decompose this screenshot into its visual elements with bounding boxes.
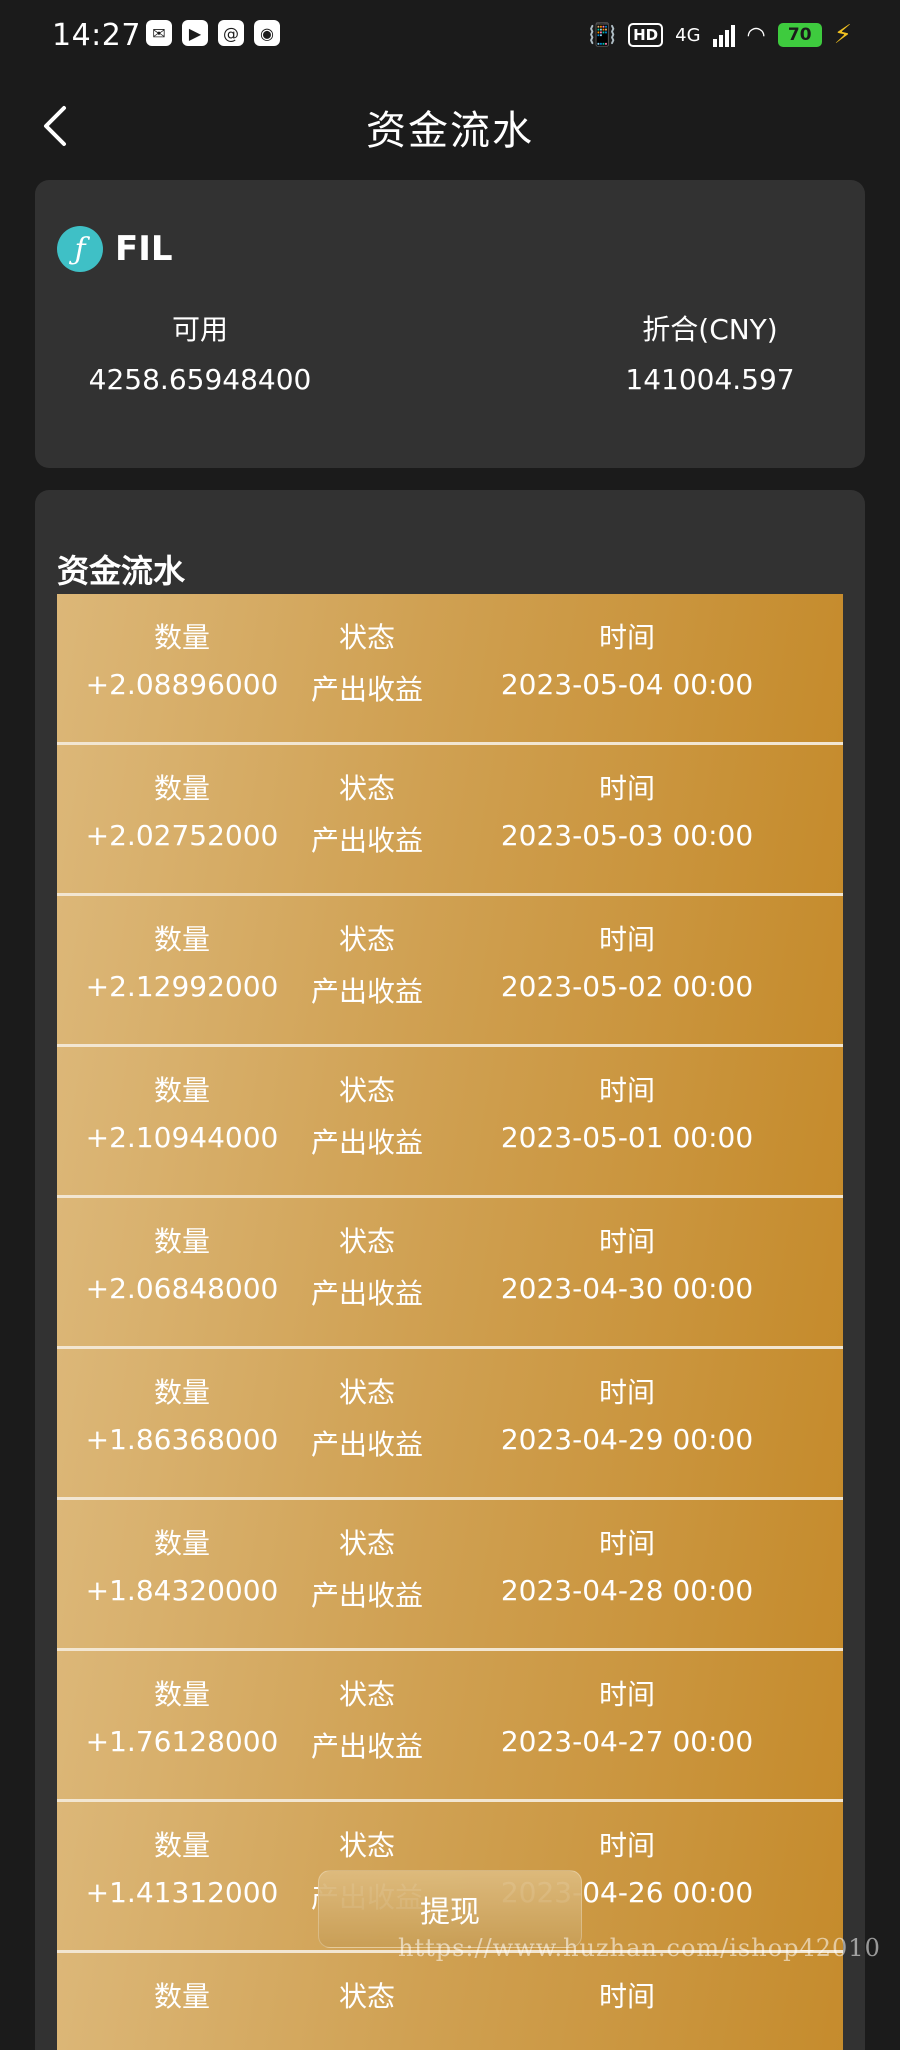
status-value: 产出收益 xyxy=(310,673,423,706)
time-value: 2023-04-27 00:00 xyxy=(500,1725,754,1758)
status-header: 状态 xyxy=(338,1678,395,1711)
status-value: 产出收益 xyxy=(310,1579,423,1612)
amount-header: 数量 xyxy=(153,621,210,654)
table-row[interactable]: 数量 状态 时间 +2.08896000 产出收益 2023-05-04 00:00 xyxy=(57,594,843,745)
battery-level: 70 xyxy=(787,25,812,45)
time-header: 时间 xyxy=(598,621,655,654)
amount-header: 数量 xyxy=(153,923,210,956)
status-header: 状态 xyxy=(338,1980,395,2013)
table-row[interactable]: 数量 状态 时间 +2.06848000 产出收益 2023-04-30 00:00 xyxy=(57,1198,843,1349)
status-header: 状态 xyxy=(338,923,395,956)
amount-value: +2.08896000 xyxy=(85,668,279,701)
time-header: 时间 xyxy=(598,1678,655,1711)
cny-balance: 折合(CNY) 141004.597 xyxy=(595,308,825,402)
message-app-icon: ✉ xyxy=(146,20,172,46)
status-bar: 14:27 ✉ ▶ @ ◉ 📳 HD 4G ◠ 70 ⚡ xyxy=(0,0,900,72)
available-balance: 可用 4258.65948400 xyxy=(85,308,315,402)
status-header: 状态 xyxy=(338,1074,395,1107)
section-title: 资金流水 xyxy=(57,552,186,590)
status-header: 状态 xyxy=(338,772,395,805)
time-header: 时间 xyxy=(598,923,655,956)
status-value: 产出收益 xyxy=(310,1428,423,1461)
signal-icon xyxy=(712,23,735,47)
network-type-label: 4G xyxy=(675,24,701,46)
time-value: 2023-05-01 00:00 xyxy=(500,1121,754,1154)
hd-icon: HD xyxy=(628,23,664,47)
cny-value: 141004.597 xyxy=(625,363,795,396)
table-row[interactable]: 数量 状态 时间 +2.02752000 产出收益 2023-05-03 00:00 xyxy=(57,745,843,896)
nav-header: 资金流水 xyxy=(0,82,900,168)
table-row[interactable]: 数量 状态 时间 +2.10944000 产出收益 2023-05-01 00:00 xyxy=(57,1047,843,1198)
amount-value: +1.84320000 xyxy=(85,1574,279,1607)
status-value: 产出收益 xyxy=(310,824,423,857)
time-value: 2023-05-04 00:00 xyxy=(500,668,754,701)
charging-icon: ⚡ xyxy=(833,20,852,50)
browser-app-icon: @ xyxy=(218,20,244,46)
time-header: 时间 xyxy=(598,1074,655,1107)
time-header: 时间 xyxy=(598,1376,655,1409)
system-status: 📳 HD 4G ◠ 70 ⚡ xyxy=(589,20,852,50)
status-value: 产出收益 xyxy=(310,1730,423,1763)
amount-value: +2.06848000 xyxy=(85,1272,279,1305)
amount-header: 数量 xyxy=(153,1678,210,1711)
time-value: 2023-05-02 00:00 xyxy=(500,970,754,1003)
time-header: 时间 xyxy=(598,1225,655,1258)
weibo-app-icon: ◉ xyxy=(254,20,280,46)
amount-header: 数量 xyxy=(153,772,210,805)
status-value: 产出收益 xyxy=(310,1126,423,1159)
wifi-icon: ◠ xyxy=(746,22,766,48)
time-header: 时间 xyxy=(598,1980,655,2013)
status-header: 状态 xyxy=(338,1829,395,1862)
amount-value: +2.02752000 xyxy=(85,819,279,852)
fund-flow-section: 资金流水 数量 状态 时间 +2.08896000 产出收益 2023-05-04 00:… xyxy=(35,490,865,2050)
amount-value: +1.41312000 xyxy=(85,1876,279,1909)
table-row[interactable]: 数量 状态 时间 +1.86368000 产出收益 2023-04-29 00:00 xyxy=(57,1349,843,1500)
status-value: 产出收益 xyxy=(310,975,423,1008)
status-header: 状态 xyxy=(338,1527,395,1560)
amount-value: +2.10944000 xyxy=(85,1121,279,1154)
time-value: 2023-04-29 00:00 xyxy=(500,1423,754,1456)
vibrate-icon: 📳 xyxy=(588,22,617,48)
video-app-icon: ▶ xyxy=(182,20,208,46)
cny-label: 折合(CNY) xyxy=(642,313,778,346)
coin-row: ƒ FIL xyxy=(57,226,173,272)
available-label: 可用 xyxy=(171,313,228,346)
amount-header: 数量 xyxy=(153,1376,210,1409)
amount-value: +1.86368000 xyxy=(85,1423,279,1456)
time-header: 时间 xyxy=(598,1527,655,1560)
battery-icon: 70 xyxy=(777,23,822,47)
notification-icons: ✉ ▶ @ ◉ xyxy=(146,20,280,46)
time-header: 时间 xyxy=(598,772,655,805)
asset-card: ƒ FIL 可用 4258.65948400 折合(CNY) 141004.59… xyxy=(35,180,865,468)
amount-header: 数量 xyxy=(153,1074,210,1107)
time-value: 2023-04-30 00:00 xyxy=(500,1272,754,1305)
status-header: 状态 xyxy=(338,621,395,654)
status-time: 14:27 xyxy=(52,18,141,53)
status-value: 产出收益 xyxy=(310,1277,423,1310)
status-header: 状态 xyxy=(338,1376,395,1409)
fil-coin-icon: ƒ xyxy=(57,226,103,272)
page-title: 资金流水 xyxy=(366,108,534,154)
status-header: 状态 xyxy=(338,1225,395,1258)
time-value: 2023-05-03 00:00 xyxy=(500,819,754,852)
amount-header: 数量 xyxy=(153,1829,210,1862)
table-row[interactable]: 数量 状态 时间 +2.12992000 产出收益 2023-05-02 00:00 xyxy=(57,896,843,1047)
time-header: 时间 xyxy=(598,1829,655,1862)
amount-value: +1.76128000 xyxy=(85,1725,279,1758)
time-value: 2023-04-28 00:00 xyxy=(500,1574,754,1607)
watermark: https://www.huzhan.com/ishop42010 xyxy=(398,1934,881,1962)
amount-header: 数量 xyxy=(153,1225,210,1258)
table-row[interactable]: 数量 状态 时间 xyxy=(57,1953,843,2050)
amount-header: 数量 xyxy=(153,1527,210,1560)
table-row[interactable]: 数量 状态 时间 +1.84320000 产出收益 2023-04-28 00:00 xyxy=(57,1500,843,1651)
amount-header: 数量 xyxy=(153,1980,210,2013)
coin-name: FIL xyxy=(115,229,173,269)
table-row[interactable]: 数量 状态 时间 +1.76128000 产出收益 2023-04-27 00:00 xyxy=(57,1651,843,1802)
amount-value: +2.12992000 xyxy=(85,970,279,1003)
available-value: 4258.65948400 xyxy=(88,363,312,396)
fund-flow-list[interactable]: 数量 状态 时间 +2.08896000 产出收益 2023-05-04 00:00 数量状… xyxy=(57,594,843,2050)
